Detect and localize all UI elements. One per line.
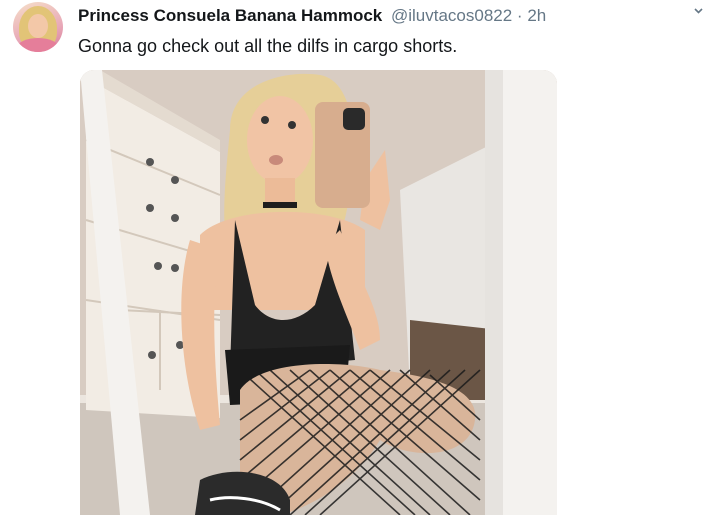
tweet-timestamp[interactable]: 2h: [527, 6, 546, 25]
mirror-selfie-photo: [80, 70, 557, 515]
tweet-text: Gonna go check out all the dilfs in carg…: [78, 36, 458, 56]
display-name[interactable]: Princess Consuela Banana Hammock: [78, 6, 382, 25]
tweet-header: Princess Consuela Banana Hammock @iluvta…: [78, 5, 546, 27]
tweet-photo[interactable]: [80, 70, 557, 515]
tweet-card[interactable]: Princess Consuela Banana Hammock @iluvta…: [0, 0, 703, 515]
separator-dot: ·: [516, 6, 523, 25]
avatar[interactable]: [13, 2, 63, 52]
avatar-shirt: [17, 38, 59, 52]
avatar-face: [28, 14, 48, 38]
user-handle[interactable]: @iluvtacos0822: [391, 6, 512, 25]
chevron-down-icon[interactable]: [694, 6, 703, 15]
